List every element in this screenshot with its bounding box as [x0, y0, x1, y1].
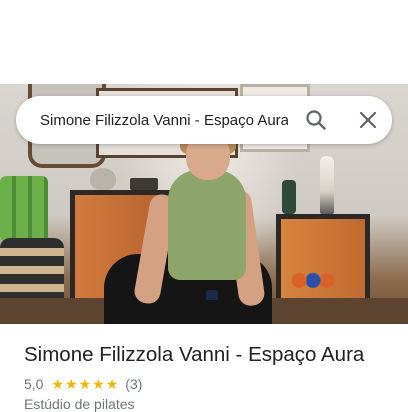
wristwatch: [206, 290, 218, 300]
star-icon: ★: [92, 376, 105, 392]
review-count[interactable]: (3): [125, 376, 142, 392]
jars: [130, 178, 158, 190]
search-input[interactable]: Simone Filizzola Vanni - Espaço Aura: [40, 112, 288, 129]
rating-value: 5,0: [24, 376, 44, 392]
search-icon[interactable]: [304, 108, 328, 132]
star-icon: ★: [51, 376, 65, 392]
search-bar[interactable]: Simone Filizzola Vanni - Espaço Aura: [16, 96, 392, 144]
hand-weights: [290, 266, 336, 290]
singing-bowl: [90, 168, 116, 190]
yoga-mats: [0, 176, 48, 242]
place-category: Estúdio de pilates: [24, 396, 135, 412]
place-title: Simone Filizzola Vanni - Espaço Aura: [24, 343, 365, 366]
rating-stars: ★ ★ ★ ★ ★: [51, 377, 119, 391]
oil-lamp: [320, 156, 334, 214]
lantern: [282, 180, 296, 214]
rating-row[interactable]: 5,0 ★ ★ ★ ★ ★ (3): [24, 376, 142, 392]
star-icon: ★: [78, 376, 92, 392]
star-icon: ★: [105, 376, 119, 392]
cube-shelf-right: [276, 214, 370, 306]
person-torso: [168, 170, 246, 280]
star-icon: ★: [65, 376, 78, 392]
close-icon[interactable]: [356, 108, 380, 132]
